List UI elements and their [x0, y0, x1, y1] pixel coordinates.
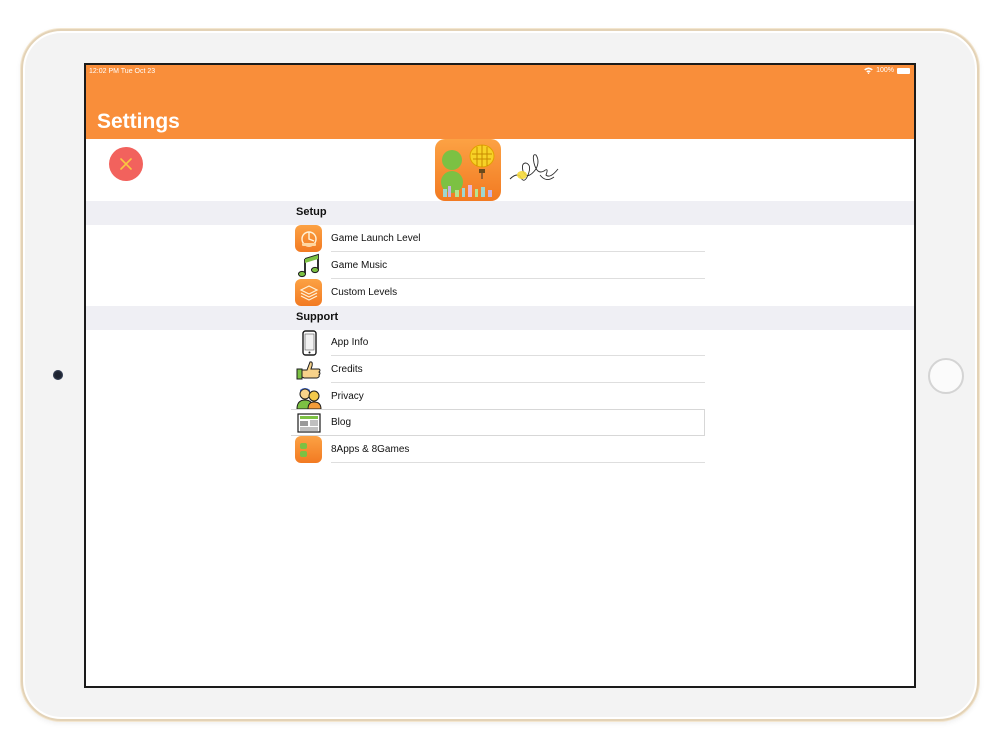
- people-icon: [295, 383, 322, 410]
- divider: [331, 462, 705, 463]
- section-header-support: Support: [86, 306, 914, 330]
- section-header-setup: Setup: [86, 201, 914, 225]
- close-icon: [120, 158, 132, 170]
- settings-header: [86, 139, 914, 201]
- newspaper-icon: [295, 409, 322, 436]
- row-label: Credits: [331, 364, 363, 375]
- close-button[interactable]: [109, 147, 143, 181]
- battery-percent: 100%: [876, 67, 894, 74]
- row-game-music[interactable]: Game Music: [291, 252, 705, 279]
- row-privacy[interactable]: Privacy: [291, 383, 705, 410]
- layers-icon: [295, 279, 322, 306]
- thumbs-up-icon: [295, 356, 322, 383]
- row-8apps-8games[interactable]: 8Apps & 8Games: [291, 436, 705, 463]
- row-label: App Info: [331, 337, 369, 348]
- row-label: 8Apps & 8Games: [331, 444, 410, 455]
- row-label: Custom Levels: [331, 287, 398, 298]
- row-label: Blog: [331, 417, 352, 428]
- navigation-bar: 12:02 PM Tue Oct 23 100% Settings: [86, 65, 914, 139]
- status-time: 12:02 PM Tue Oct 23: [89, 68, 156, 75]
- front-camera: [53, 370, 63, 380]
- phone-icon: [295, 329, 322, 356]
- music-note-icon: [295, 252, 322, 279]
- row-credits[interactable]: Credits: [291, 356, 705, 383]
- row-label: Game Launch Level: [331, 233, 421, 244]
- status-indicators: 100%: [864, 67, 910, 74]
- screen: 12:02 PM Tue Oct 23 100% Settings Setup …: [84, 63, 916, 688]
- row-blog[interactable]: Blog: [291, 409, 705, 436]
- section-title: Setup: [296, 206, 327, 218]
- 8apps-icon: [295, 436, 322, 463]
- home-button[interactable]: [928, 358, 964, 394]
- launch-level-icon: [295, 225, 322, 252]
- wifi-icon: [864, 67, 873, 74]
- app-logo-icon: [435, 139, 501, 201]
- page-title: Settings: [97, 110, 180, 133]
- section-title: Support: [296, 311, 339, 323]
- row-label: Game Music: [331, 260, 388, 271]
- row-game-launch-level[interactable]: Game Launch Level: [291, 225, 705, 252]
- row-custom-levels[interactable]: Custom Levels: [291, 279, 705, 306]
- signature-image: [509, 154, 559, 181]
- battery-icon: [897, 67, 910, 74]
- row-label: Privacy: [331, 391, 364, 402]
- row-app-info[interactable]: App Info: [291, 329, 705, 356]
